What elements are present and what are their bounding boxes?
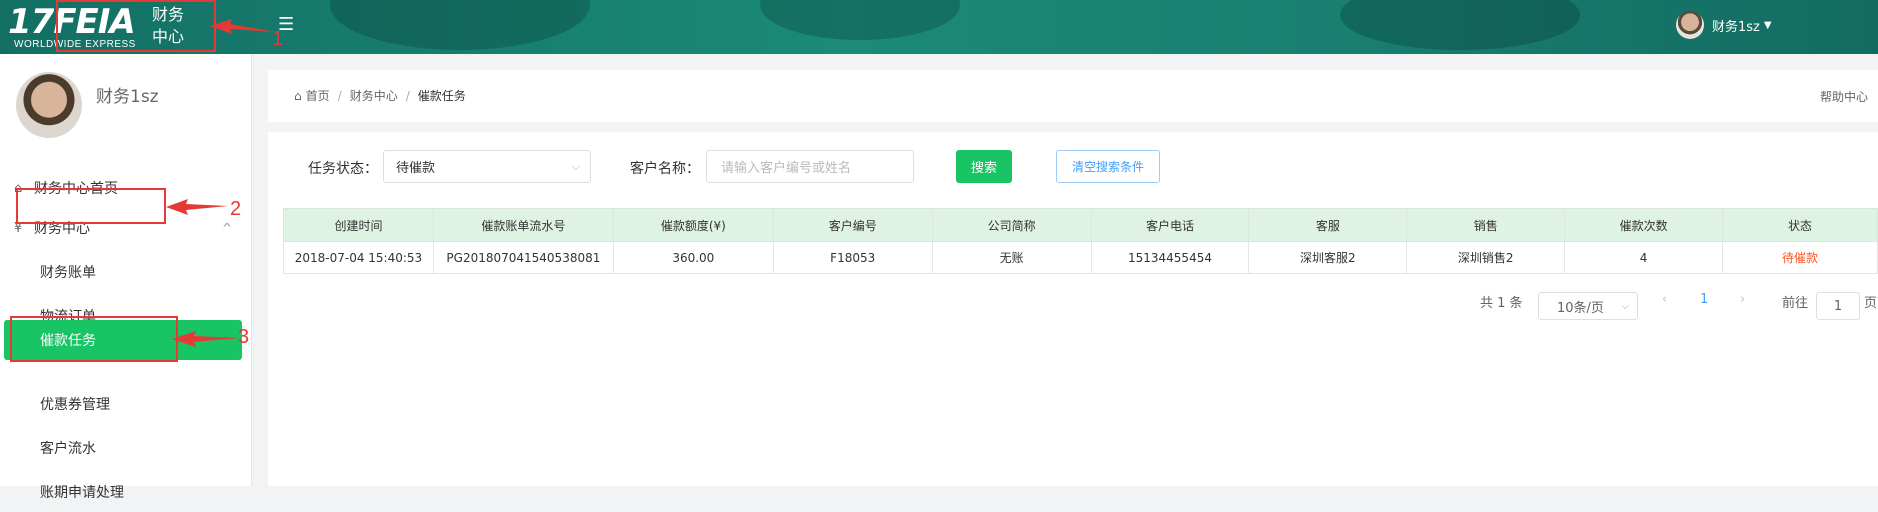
cell-created-time: 2018-07-04 15:40:53 xyxy=(283,241,434,274)
sidebar-item-credit-applications[interactable]: 账期申请处理 xyxy=(0,472,252,512)
next-page-icon[interactable]: › xyxy=(1740,292,1745,307)
page-suffix: 页 xyxy=(1864,296,1878,311)
goto-label: 前往 xyxy=(1782,296,1809,311)
breadcrumb-home[interactable]: 首页 xyxy=(306,87,330,104)
avatar xyxy=(16,72,82,138)
sidebar-item-label: 账期申请处理 xyxy=(40,485,124,501)
task-status-value: 待催款 xyxy=(396,161,436,176)
user-menu[interactable]: 财务1sz ▼ xyxy=(1676,11,1772,39)
cell-phone: 15134455454 xyxy=(1090,241,1250,274)
collection-task-table: 创建时间 催款账单流水号 催款额度(¥) 客户编号 公司简称 客户电话 客服 销… xyxy=(283,208,1878,274)
annotation-label-3: 3 xyxy=(238,326,250,348)
page-size-select[interactable]: 10条/页 ⌵ xyxy=(1538,292,1638,320)
customer-search-input[interactable]: 请输入客户编号或姓名 xyxy=(706,150,914,183)
world-map-decoration xyxy=(1340,0,1580,50)
annotation-arrow-2 xyxy=(166,199,228,215)
cell-bill-serial: PG201807041540538081 xyxy=(432,241,614,274)
cell-amount: 360.00 xyxy=(612,241,774,274)
avatar xyxy=(1676,11,1704,39)
task-status-select[interactable]: 待催款 ⌵ xyxy=(383,150,591,183)
search-button[interactable]: 搜索 xyxy=(956,150,1012,183)
world-map-decoration xyxy=(760,0,960,40)
breadcrumb-separator: / xyxy=(405,88,410,103)
annotation-arrow-3 xyxy=(172,331,240,347)
prev-page-icon[interactable]: ‹ xyxy=(1662,292,1667,307)
page-number[interactable]: 1 xyxy=(1700,292,1708,307)
column-header: 销售 xyxy=(1406,208,1566,242)
column-header: 催款账单流水号 xyxy=(432,208,614,242)
sidebar-item-label: 财务账单 xyxy=(40,265,96,281)
table-row[interactable]: 2018-07-04 15:40:53 PG201807041540538081… xyxy=(283,241,1878,274)
user-name: 财务1sz xyxy=(1712,19,1760,35)
help-center-link[interactable]: 帮助中心 xyxy=(1820,88,1868,105)
sidebar-item-label: 客户流水 xyxy=(40,441,96,457)
chevron-down-icon: ▼ xyxy=(1763,19,1772,31)
chevron-down-icon: ⌵ xyxy=(1621,300,1629,312)
content-header: ⌂ 首页 / 财务中心 / 催款任务 帮助中心 xyxy=(268,70,1878,122)
cell-customer-id: F18053 xyxy=(772,241,933,274)
cell-company: 无账 xyxy=(931,241,1092,274)
chevron-up-icon: ^ xyxy=(222,221,233,235)
annotation-label-2: 2 xyxy=(230,198,242,220)
sidebar-user-name: 财务1sz xyxy=(96,87,159,107)
chevron-down-icon: ⌵ xyxy=(571,159,580,173)
column-header: 公司简称 xyxy=(931,208,1092,242)
pagination-total: 共 1 条 xyxy=(1480,296,1523,311)
task-status-label: 任务状态： xyxy=(308,161,378,177)
breadcrumb-separator: / xyxy=(337,88,342,103)
column-header: 创建时间 xyxy=(283,208,434,242)
column-header: 催款次数 xyxy=(1564,208,1724,242)
column-header: 状态 xyxy=(1722,208,1878,242)
world-map-decoration xyxy=(330,0,590,50)
column-header: 客户编号 xyxy=(772,208,933,242)
breadcrumb-current: 催款任务 xyxy=(417,89,466,103)
sidebar-item-label: 优惠券管理 xyxy=(40,397,110,413)
annotation-box-2 xyxy=(16,188,166,224)
cell-service: 深圳客服2 xyxy=(1248,241,1408,274)
sidebar-item-coupons[interactable]: 优惠券管理 xyxy=(0,384,252,424)
clear-filters-button[interactable]: 清空搜索条件 xyxy=(1056,150,1160,183)
sidebar: 财务1sz ⌂ 财务中心首页 ¥ 财务中心 ^ 财务账单 物流订单 催款任务 优… xyxy=(0,54,252,501)
page-size-value: 10条/页 xyxy=(1557,300,1604,316)
breadcrumb-level2[interactable]: 财务中心 xyxy=(350,87,398,104)
annotation-arrow-1 xyxy=(210,19,276,34)
column-header: 客户电话 xyxy=(1090,208,1250,242)
cell-sales: 深圳销售2 xyxy=(1406,241,1566,274)
sidebar-item-finance-bill[interactable]: 财务账单 xyxy=(0,252,252,292)
cell-count: 4 xyxy=(1564,241,1724,274)
sidebar-item-customer-flow[interactable]: 客户流水 xyxy=(0,428,252,468)
status-badge: 待催款 xyxy=(1722,241,1878,274)
breadcrumb: ⌂ 首页 / 财务中心 / 催款任务 xyxy=(294,87,466,104)
column-header: 客服 xyxy=(1248,208,1408,242)
column-header: 催款额度(¥) xyxy=(612,208,774,242)
annotation-box-1 xyxy=(56,0,216,52)
customer-name-label: 客户名称： xyxy=(630,161,700,177)
home-icon: ⌂ xyxy=(294,88,302,103)
goto-page-input[interactable]: 1 xyxy=(1816,292,1860,320)
table-header-row: 创建时间 催款账单流水号 催款额度(¥) 客户编号 公司简称 客户电话 客服 销… xyxy=(283,208,1878,242)
annotation-label-1: 1 xyxy=(272,28,284,50)
annotation-box-3 xyxy=(10,316,178,362)
